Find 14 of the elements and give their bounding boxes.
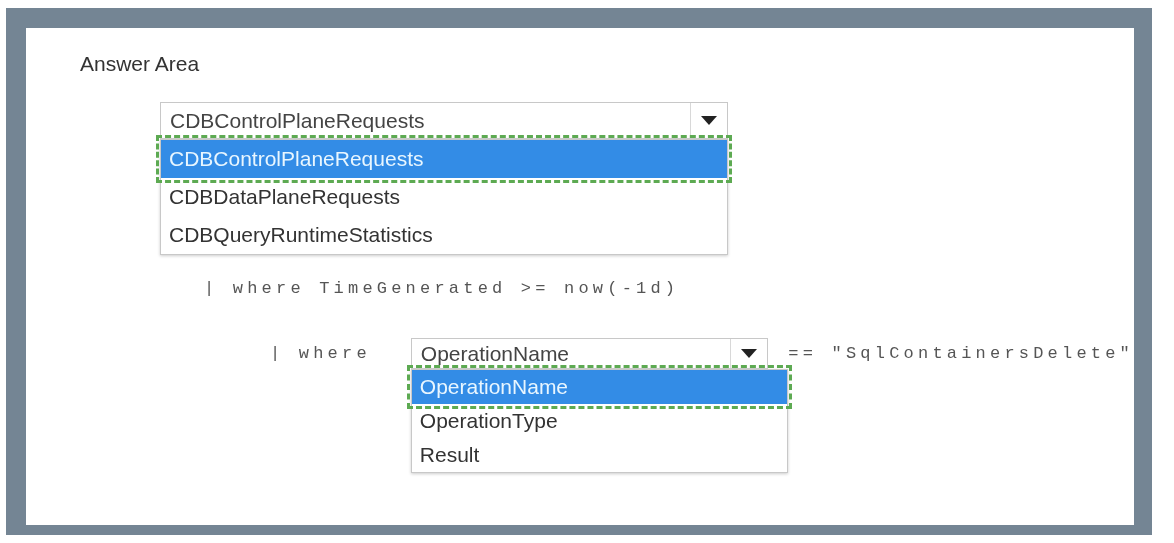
dropdown-field[interactable]: OperationName xyxy=(410,338,769,369)
dropdown-value: OperationName xyxy=(419,341,571,366)
dropdown-value: CDBControlPlaneRequests xyxy=(169,108,426,133)
dropdown-caret-icon[interactable] xyxy=(741,348,758,359)
dropdown-caret-icon[interactable] xyxy=(701,115,717,126)
dropdown-option[interactable]: CDBDataPlaneRequests xyxy=(161,178,727,216)
dropdown-option[interactable]: OperationType xyxy=(411,404,787,438)
dropdown-field[interactable]: CDBControlPlaneRequests xyxy=(160,102,728,139)
dropdown-option[interactable]: CDBQueryRuntimeStatistics xyxy=(161,216,727,254)
answer-area-heading: Answer Area xyxy=(80,52,201,76)
code-text: == "SqlContainersDelete" xyxy=(788,344,1134,363)
code-text: | where xyxy=(270,344,371,363)
dropdown-option[interactable]: Result xyxy=(411,438,787,472)
code-text: | where TimeGenerated >= now(-1d) xyxy=(204,279,680,298)
